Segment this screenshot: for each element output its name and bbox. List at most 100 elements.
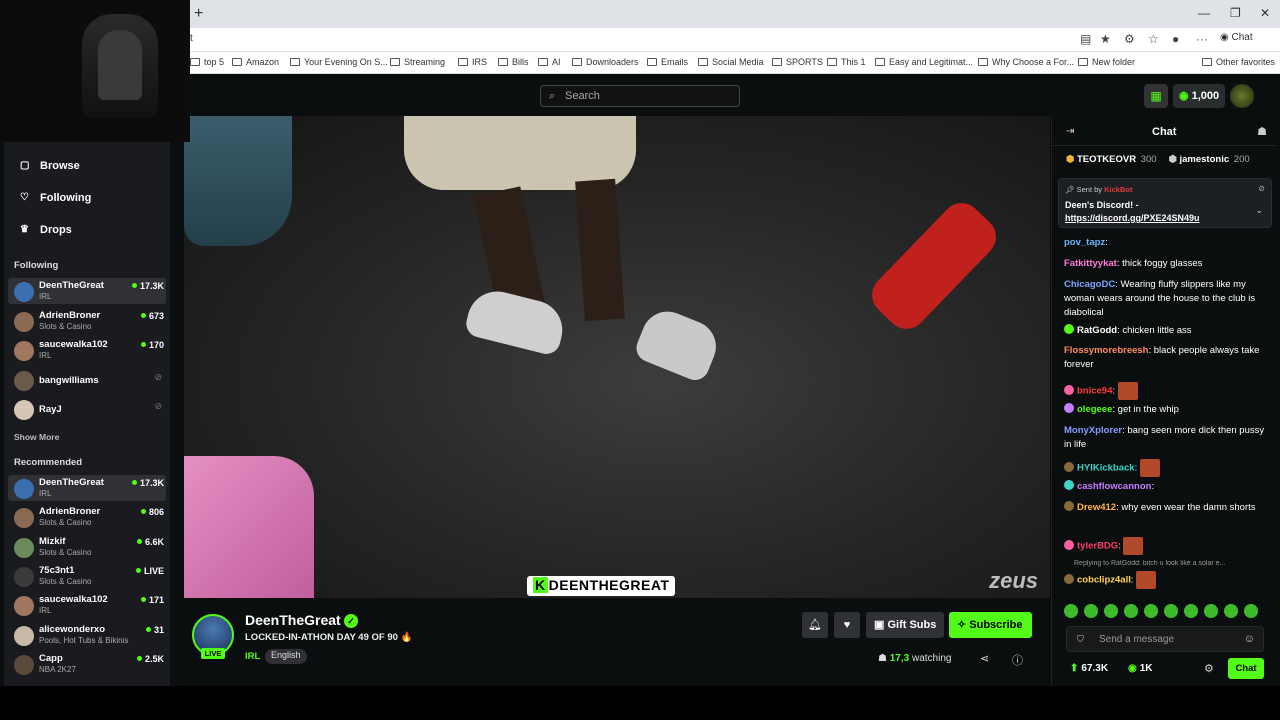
- info-icon[interactable]: ⓘ: [1012, 652, 1023, 668]
- bookmark-item[interactable]: top 5: [190, 57, 224, 67]
- hide-pin-icon[interactable]: ⊘: [1258, 184, 1265, 193]
- chat-username[interactable]: RatGodd: [1077, 325, 1117, 336]
- user-avatar[interactable]: [1230, 84, 1254, 108]
- gift-subs-button[interactable]: ▣ Gift Subs: [866, 612, 944, 638]
- bookmark-item[interactable]: Amazon: [232, 57, 279, 67]
- extension-icon[interactable]: ⚙: [1124, 32, 1135, 46]
- chat-username[interactable]: HYIKickback: [1077, 463, 1135, 474]
- chat-text: chicken little ass: [1122, 325, 1192, 336]
- recommended-channel[interactable]: alicewonderxo Pools, Hot Tubs & Bikinis 31: [8, 622, 166, 648]
- notification-bell-button[interactable]: 🔔︎: [802, 612, 828, 638]
- more-icon[interactable]: ···: [1196, 32, 1208, 46]
- emoji-icon[interactable]: ☺: [1244, 633, 1255, 645]
- bookmark-item[interactable]: SPORTS: [772, 57, 823, 67]
- chat-username[interactable]: tylerBDG: [1077, 541, 1118, 552]
- chat-send-button[interactable]: Chat: [1228, 658, 1264, 679]
- following-channel[interactable]: saucewalka102 IRL 170: [8, 337, 166, 363]
- chat-username[interactable]: bnice94: [1077, 386, 1112, 397]
- discord-link[interactable]: https://discord.gg/PXE24SN49u: [1065, 213, 1200, 223]
- leaderboard-entry[interactable]: ⬢ jamestonic 200: [1169, 154, 1250, 165]
- sidebar-nav-browse[interactable]: ▢ Browse: [4, 155, 170, 177]
- bookmark-item[interactable]: Easy and Legitimat...: [875, 57, 973, 67]
- following-channel[interactable]: bangwilliams ⊘: [8, 367, 166, 393]
- bookmark-item[interactable]: Other favorites: [1202, 57, 1275, 67]
- profile-icon[interactable]: ●: [1172, 32, 1179, 46]
- bookmark-item[interactable]: This 1: [827, 57, 866, 67]
- recommended-channel[interactable]: DeenTheGreat IRL 17.3K: [8, 475, 166, 501]
- chat-username[interactable]: olegeee: [1077, 404, 1112, 415]
- subscribe-button[interactable]: ✧ Subscribe: [949, 612, 1032, 638]
- search-input[interactable]: ⌕ Search: [540, 85, 740, 107]
- chat-users-icon[interactable]: ☗: [1257, 125, 1267, 138]
- quick-emote-icon[interactable]: [1224, 604, 1238, 618]
- chat-username[interactable]: ChicagoDC: [1064, 279, 1115, 290]
- bookmark-item[interactable]: Bills: [498, 57, 529, 67]
- follow-button[interactable]: ♥: [834, 612, 860, 638]
- following-channel[interactable]: AdrienBroner Slots & Casino 673: [8, 308, 166, 334]
- stream-watermark: K DEENTHEGREAT: [527, 576, 676, 596]
- chat-username[interactable]: Flossymorebreesh: [1064, 345, 1148, 356]
- streamer-name[interactable]: DeenTheGreat: [245, 612, 341, 628]
- url-text[interactable]: t: [190, 33, 193, 44]
- recommended-channel[interactable]: AdrienBroner Slots & Casino 806: [8, 504, 166, 530]
- crown-gold-icon: ⬢: [1066, 154, 1077, 165]
- video-player[interactable]: K DEENTHEGREAT zeus: [184, 116, 1050, 598]
- share-icon[interactable]: ⋖: [980, 652, 989, 665]
- bookmark-item[interactable]: Downloaders: [572, 57, 639, 67]
- sidebar-nav-drops[interactable]: ♛ Drops: [4, 219, 170, 241]
- settings-gear-icon[interactable]: ⚙: [1204, 662, 1214, 675]
- chat-username[interactable]: cobclipz4all: [1077, 575, 1131, 586]
- close-icon[interactable]: ✕: [1260, 6, 1270, 20]
- chat-username[interactable]: MonyXplorer: [1064, 425, 1122, 436]
- language-tag[interactable]: English: [265, 649, 307, 664]
- sidebar-nav-following[interactable]: ♡ Following: [4, 187, 170, 209]
- favorite-star-icon[interactable]: ★: [1100, 32, 1111, 46]
- copilot-chat-button[interactable]: ◉ Chat: [1220, 32, 1253, 43]
- chat-username[interactable]: Drew412: [1077, 502, 1116, 513]
- quick-emote-icon[interactable]: [1104, 604, 1118, 618]
- quick-emote-icon[interactable]: [1084, 604, 1098, 618]
- bookmark-item[interactable]: Emails: [647, 57, 688, 67]
- bookmark-item[interactable]: New folder: [1078, 57, 1135, 67]
- quick-emote-icon[interactable]: [1144, 604, 1158, 618]
- quick-emote-icon[interactable]: [1124, 604, 1138, 618]
- chat-input[interactable]: ⛉ Send a message ☺: [1066, 626, 1264, 652]
- minimize-icon[interactable]: —: [1198, 6, 1210, 20]
- bookmark-item[interactable]: IRS: [458, 57, 487, 67]
- bookmark-item[interactable]: AI: [538, 57, 561, 67]
- show-more-link[interactable]: Show More: [14, 432, 59, 442]
- bookmark-item[interactable]: Your Evening On S...: [290, 57, 388, 67]
- collapse-chat-icon[interactable]: ⇥: [1066, 126, 1074, 137]
- recommended-channel[interactable]: Capp NBA 2K27 2.5K: [8, 651, 166, 677]
- address-bar[interactable]: t ▤ ★ ⚙ ☆ ● ··· ◉ Chat: [0, 28, 1280, 52]
- recommended-heading: Recommended: [14, 457, 83, 468]
- leaderboard-entry[interactable]: ⬢ TEOTKEOVR 300: [1066, 154, 1157, 165]
- chat-username[interactable]: Fatkittyykat: [1064, 258, 1117, 269]
- pinned-message[interactable]: 📌︎ Sent by KickBot ⊘ Deen's Discord! - h…: [1058, 178, 1272, 228]
- bookmark-item[interactable]: Streaming: [390, 57, 445, 67]
- quick-emote-icon[interactable]: [1244, 604, 1258, 618]
- new-tab-button[interactable]: +: [194, 5, 203, 23]
- kick-coins-button[interactable]: ◉ 1,000: [1173, 84, 1225, 108]
- chat-username[interactable]: pov_tapz: [1064, 237, 1105, 248]
- channel-category: Slots & Casino: [39, 547, 92, 557]
- following-channel[interactable]: DeenTheGreat IRL 17.3K: [8, 278, 166, 304]
- quick-emote-icon[interactable]: [1164, 604, 1178, 618]
- rewards-button[interactable]: ▦: [1144, 84, 1168, 108]
- collections-icon[interactable]: ☆: [1148, 32, 1159, 46]
- quick-emote-icon[interactable]: [1184, 604, 1198, 618]
- recommended-channel[interactable]: 75c3nt1 Slots & Casino LIVE: [8, 563, 166, 589]
- bookmark-item[interactable]: Why Choose a For...: [978, 57, 1074, 67]
- bookmark-label: Easy and Legitimat...: [889, 57, 974, 67]
- recommended-channel[interactable]: Mizkif Slots & Casino 6.6K: [8, 534, 166, 560]
- reader-icon[interactable]: ▤: [1080, 32, 1091, 46]
- chat-username[interactable]: cashflowcannon: [1077, 481, 1151, 492]
- quick-emote-icon[interactable]: [1064, 604, 1078, 618]
- recommended-channel[interactable]: saucewalka102 IRL 171: [8, 592, 166, 618]
- quick-emote-icon[interactable]: [1204, 604, 1218, 618]
- following-channel[interactable]: RayJ ⊘: [8, 396, 166, 422]
- stream-category[interactable]: IRL: [245, 651, 260, 662]
- restore-icon[interactable]: ❐: [1230, 6, 1241, 20]
- bookmark-item[interactable]: Social Media: [698, 57, 764, 67]
- chevron-down-icon[interactable]: ⌄: [1255, 205, 1263, 216]
